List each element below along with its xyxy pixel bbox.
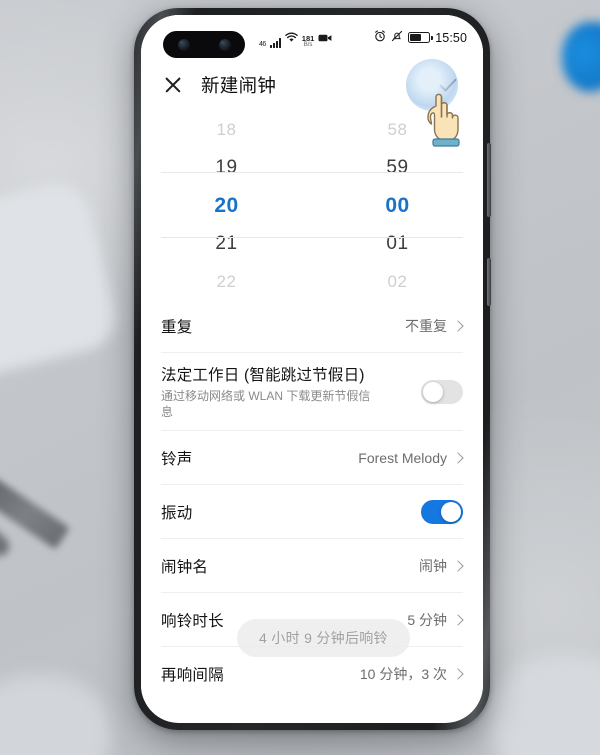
camera-lens-secondary-icon [218, 38, 231, 51]
minute-wheel[interactable]: 58 59 00 01 02 [312, 113, 483, 299]
status-bar-left: 46 181 B/s [259, 15, 332, 61]
setting-row-vibrate[interactable]: 振动 [161, 485, 463, 539]
setting-label: 再响间隔 [161, 667, 224, 684]
row-main: 振动 [161, 501, 421, 523]
workday-toggle[interactable] [421, 379, 463, 404]
status-bar: 46 181 B/s 15:50 [141, 15, 483, 61]
power-button[interactable] [487, 258, 491, 306]
toggle-knob [441, 501, 461, 522]
row-main: 法定工作日 (智能跳过节假日) 通过移动网络或 WLAN 下载更新节假信息 [161, 363, 421, 420]
minute-option[interactable]: 02 [388, 263, 408, 301]
chevron-right-icon [452, 668, 464, 680]
setting-row-statutory-workday[interactable]: 法定工作日 (智能跳过节假日) 通过移动网络或 WLAN 下载更新节假信息 [161, 353, 463, 431]
alarm-settings-list: 重复 不重复 法定工作日 (智能跳过节假日) 通过移动网络或 WLAN 下载更新… [141, 299, 483, 701]
picker-divider-top [161, 172, 463, 173]
row-main: 闹钟名 [161, 555, 419, 577]
minute-option[interactable]: 58 [388, 111, 408, 149]
row-main: 铃声 [161, 447, 358, 469]
time-picker[interactable]: 18 19 20 21 22 58 59 00 01 02 [141, 109, 483, 299]
minute-option-selected[interactable]: 00 [385, 187, 409, 225]
hour-option[interactable]: 18 [217, 111, 237, 149]
setting-label: 法定工作日 (智能跳过节假日) [161, 367, 365, 384]
camera-lens-icon [177, 38, 190, 51]
hour-wheel[interactable]: 18 19 20 21 22 [141, 113, 312, 299]
minute-option[interactable]: 59 [386, 149, 408, 187]
page-title: 新建闹钟 [201, 75, 277, 96]
row-main: 再响间隔 [161, 663, 360, 685]
setting-value: 10 分钟，3 次 [359, 666, 447, 682]
minute-option[interactable]: 01 [386, 225, 408, 263]
battery-icon [408, 32, 433, 43]
cellular-signal-icon [269, 37, 281, 48]
chevron-right-icon [452, 559, 464, 572]
row-main: 重复 [161, 315, 405, 337]
setting-value: 闹钟 [419, 557, 447, 574]
chevron-right-icon [452, 613, 464, 626]
phone-device-frame: 46 181 B/s 15:50 新建闹钟 18 19 20 21 22 58 … [134, 8, 491, 730]
toggle-knob [423, 381, 443, 402]
hour-option[interactable]: 19 [215, 149, 237, 187]
setting-label: 响铃时长 [161, 612, 224, 630]
row-main: 响铃时长 [161, 609, 407, 631]
setting-row-repeat[interactable]: 重复 不重复 [161, 299, 464, 353]
bell-muted-icon [391, 29, 403, 47]
status-bar-clock: 15:50 [435, 30, 467, 45]
wifi-icon [285, 30, 298, 48]
setting-value: 5 分钟 [407, 611, 447, 628]
setting-description: 通过移动网络或 WLAN 下载更新节假信息 [161, 389, 371, 419]
network-speed-value: 181 [301, 33, 315, 43]
save-check-icon[interactable] [433, 70, 463, 100]
setting-value: 不重复 [405, 317, 447, 334]
setting-row-alarm-name[interactable]: 闹钟名 闹钟 [161, 539, 464, 593]
setting-row-snooze-interval[interactable]: 再响间隔 10 分钟，3 次 [161, 647, 464, 701]
network-type-label: 46 [259, 41, 266, 48]
alarm-clock-icon [374, 29, 386, 47]
app-bar: 新建闹钟 [141, 61, 483, 109]
chevron-right-icon [452, 451, 464, 464]
network-speed-unit: B/s [303, 42, 313, 48]
setting-row-ring-duration[interactable]: 响铃时长 5 分钟 [161, 593, 464, 647]
volume-button[interactable] [487, 143, 491, 217]
close-icon[interactable] [161, 73, 185, 97]
front-camera-punch-hole [163, 31, 245, 58]
screenshot-scene: 46 181 B/s 15:50 新建闹钟 18 19 20 21 22 58 … [0, 0, 600, 755]
status-bar-right: 15:50 [374, 29, 467, 48]
picker-divider-bottom [161, 237, 463, 238]
phone-screen: 46 181 B/s 15:50 新建闹钟 18 19 20 21 22 58 … [141, 15, 483, 723]
setting-label: 铃声 [161, 450, 193, 468]
setting-label: 重复 [161, 318, 193, 336]
chevron-right-icon [452, 319, 464, 332]
hour-option-selected[interactable]: 20 [214, 187, 238, 225]
hour-option[interactable]: 22 [217, 263, 237, 301]
setting-label: 闹钟名 [161, 558, 209, 576]
video-recording-icon [318, 30, 332, 48]
setting-label: 振动 [161, 504, 193, 522]
setting-row-ringtone[interactable]: 铃声 Forest Melody [161, 431, 464, 485]
hour-option[interactable]: 21 [215, 225, 237, 263]
setting-value: Forest Melody [358, 449, 447, 466]
vibrate-toggle[interactable] [421, 499, 463, 524]
network-speed-indicator: 181 B/s [301, 33, 315, 48]
